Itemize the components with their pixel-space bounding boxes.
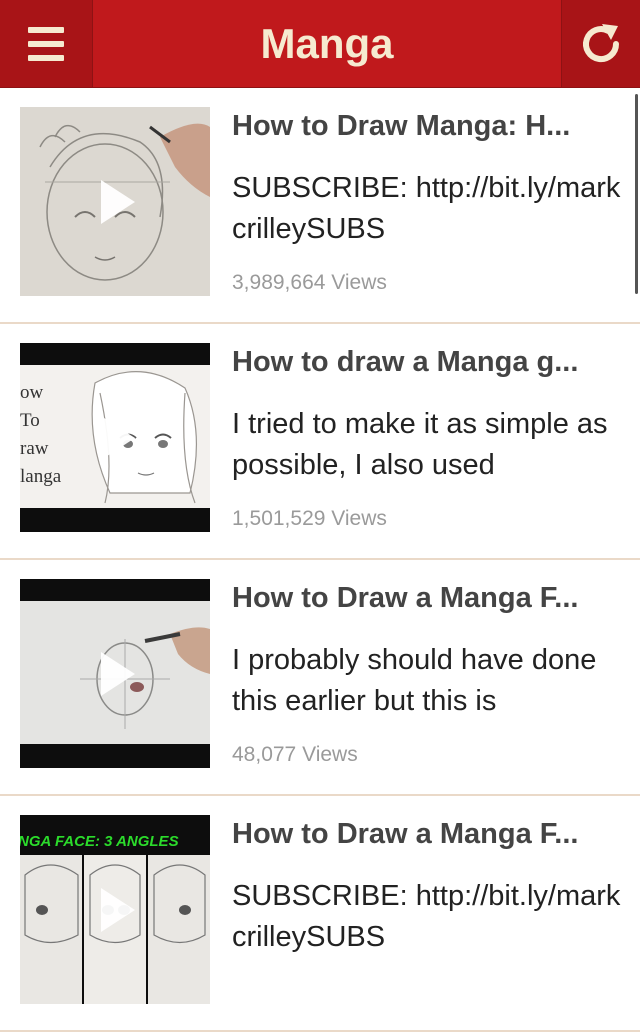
list-item[interactable]: How to Draw a Manga F... I probably shou… [0,560,640,796]
app-header: Manga [0,0,640,88]
video-thumbnail[interactable] [20,579,210,768]
refresh-icon [583,23,620,62]
list-item[interactable]: NGA FACE: 3 ANGLES How to Draw a Manga F… [0,796,640,1032]
video-title[interactable]: How to Draw Manga: H... [232,110,632,143]
video-title[interactable]: How to draw a Manga g... [232,346,632,379]
view-count: 48,077 Views [232,743,358,766]
list-item[interactable]: How to Draw Manga: H... SUBSCRIBE: http:… [0,88,640,324]
thumbnail-text: langa [20,466,62,487]
video-description: I probably should have done this earlier… [232,644,597,717]
page-title: Manga [260,19,394,67]
video-description: SUBSCRIBE: http://bit.ly/markcrilleySUBS [232,880,621,953]
list-item[interactable]: ow To raw langa How to draw a Manga g...… [0,324,640,560]
play-icon [101,179,135,224]
thumbnail-text: NGA FACE: 3 ANGLES [20,833,179,850]
view-count: 1,501,529 Views [232,507,387,530]
view-count: 3,989,664 Views [232,271,387,294]
video-thumbnail[interactable]: NGA FACE: 3 ANGLES [20,815,210,1004]
thumbnail-text: raw [20,438,49,459]
video-description: I tried to make it as simple as possible… [232,408,608,481]
menu-button[interactable] [0,0,93,87]
thumbnail-text: ow [20,382,44,403]
video-thumbnail[interactable] [20,107,210,296]
thumbnail-caption: ow To raw langa [20,379,61,491]
thumbnail-text: To [20,410,40,431]
scrollbar[interactable] [635,94,638,294]
video-title[interactable]: How to Draw a Manga F... [232,818,632,851]
hamburger-menu-icon [28,26,64,61]
video-list: How to Draw Manga: H... SUBSCRIBE: http:… [0,88,640,1032]
video-thumbnail[interactable]: ow To raw langa [20,343,210,532]
video-title[interactable]: How to Draw a Manga F... [232,582,632,615]
play-icon [101,651,135,696]
video-description: SUBSCRIBE: http://bit.ly/markcrilleySUBS [232,172,621,245]
refresh-button[interactable] [561,0,640,87]
play-icon [101,415,135,460]
play-icon [101,887,135,932]
